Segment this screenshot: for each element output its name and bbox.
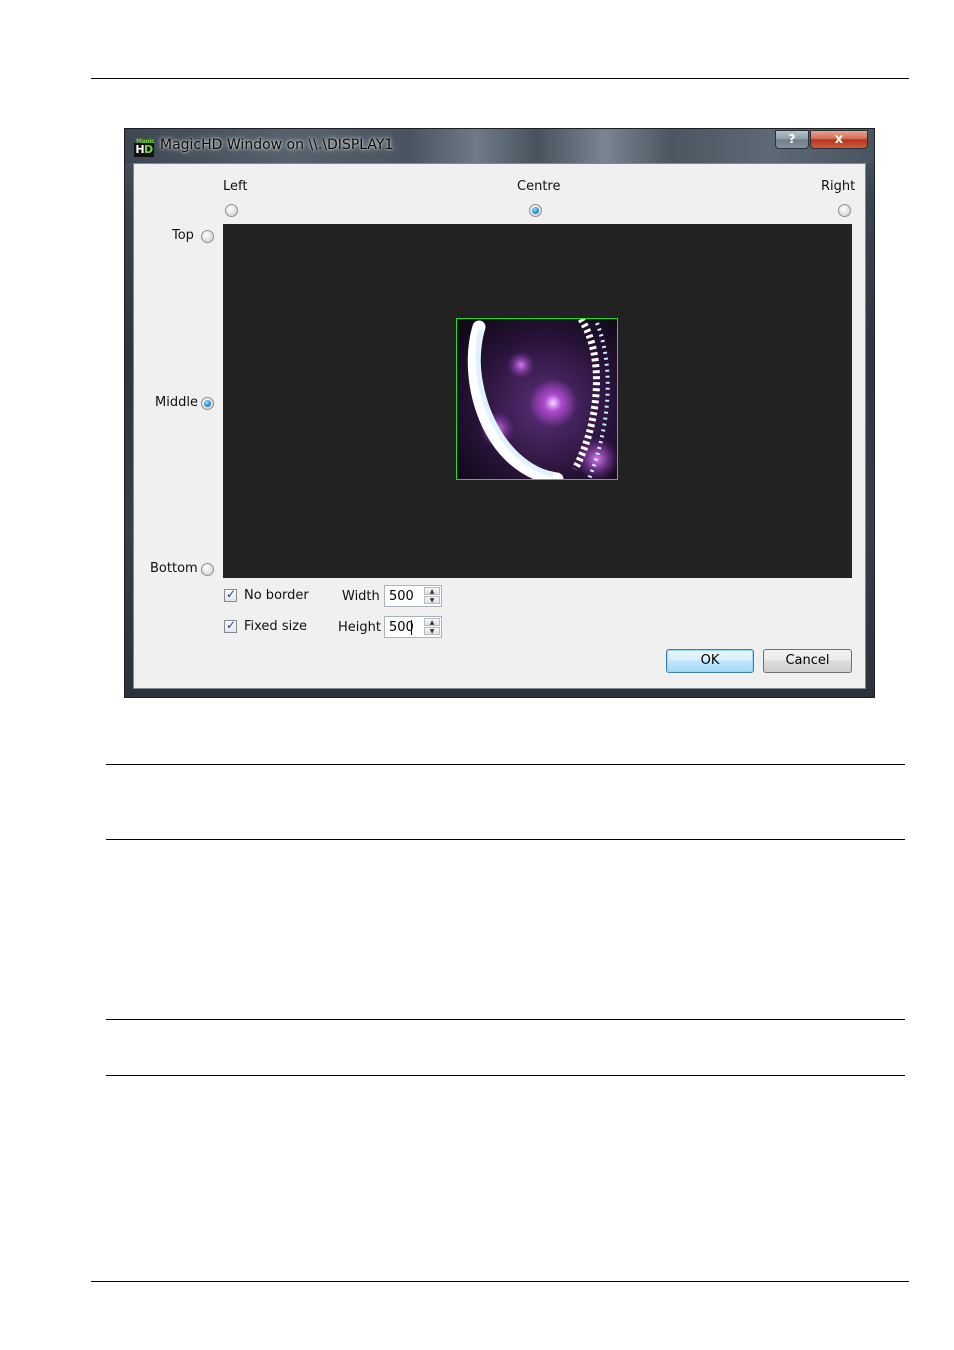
no-border-label: No border [244, 588, 309, 603]
text-caret [411, 620, 412, 635]
centre-label: Centre [517, 179, 561, 194]
right-label: Right [821, 179, 856, 194]
title-bar[interactable]: Magic HD MagicHD Window on \\.\DISPLAY1 … [125, 129, 874, 163]
video-thumbnail [456, 318, 618, 480]
bottom-label: Bottom [150, 561, 198, 576]
page-header-rule [91, 78, 909, 79]
magichd-window: Magic HD MagicHD Window on \\.\DISPLAY1 … [124, 128, 875, 698]
video-frame-image [457, 319, 617, 479]
width-value: 500 [389, 589, 414, 604]
close-button[interactable]: x [810, 130, 868, 149]
fixed-size-checkbox[interactable]: ✓ [224, 618, 237, 633]
ok-button[interactable]: OK [666, 649, 754, 673]
help-button[interactable]: ? [775, 130, 809, 149]
position-preview [223, 224, 852, 578]
width-up-arrow-icon[interactable]: ▲ [424, 587, 440, 595]
dialog-client-area: Left Centre Right Top Middle Bottom ✓ No… [133, 163, 866, 689]
page-footer-rule [91, 1281, 909, 1282]
left-label: Left [223, 179, 248, 194]
height-label: Height [338, 620, 381, 635]
width-spinbox[interactable]: 500 ▲ ▼ [384, 585, 442, 607]
cancel-button[interactable]: Cancel [763, 649, 852, 673]
table-rule-2 [106, 839, 905, 840]
height-down-arrow-icon[interactable]: ▼ [424, 627, 440, 635]
middle-label: Middle [155, 395, 198, 410]
centre-radio[interactable] [529, 204, 542, 217]
width-spin-arrows[interactable]: ▲ ▼ [424, 587, 440, 605]
top-label: Top [172, 228, 194, 243]
magichd-app-icon: Magic HD [134, 138, 155, 157]
left-radio[interactable] [225, 204, 238, 217]
width-label: Width [342, 589, 380, 604]
height-spin-arrows[interactable]: ▲ ▼ [424, 618, 440, 636]
bottom-radio[interactable] [201, 563, 214, 576]
table-rule-1 [106, 764, 905, 765]
height-spinbox[interactable]: 500 ▲ ▼ [384, 616, 442, 638]
fixed-size-label: Fixed size [244, 619, 308, 634]
no-border-checkbox[interactable]: ✓ [224, 587, 237, 602]
right-radio[interactable] [838, 204, 851, 217]
top-radio[interactable] [201, 230, 214, 243]
middle-radio[interactable] [201, 397, 214, 410]
app-icon-hd: HD [134, 143, 154, 157]
table-rule-3 [106, 1019, 905, 1020]
width-down-arrow-icon[interactable]: ▼ [424, 596, 440, 604]
table-rule-4 [106, 1075, 905, 1076]
window-title: MagicHD Window on \\.\DISPLAY1 [160, 137, 394, 153]
height-up-arrow-icon[interactable]: ▲ [424, 618, 440, 626]
